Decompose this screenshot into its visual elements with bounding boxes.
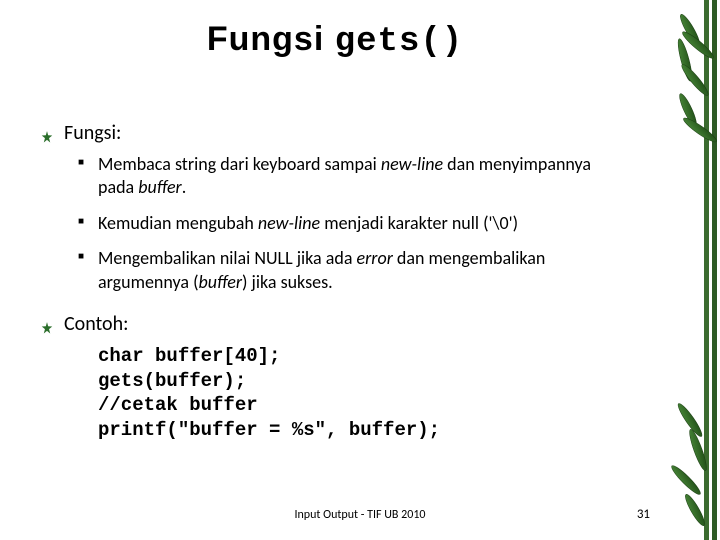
slide-title: Fungsi gets()	[40, 20, 630, 61]
section-heading: Fungsi:	[40, 121, 630, 145]
list-item: Kemudian mengubah new-line menjadi karak…	[78, 212, 630, 235]
section-heading: Contoh:	[40, 312, 630, 336]
list-item: Membaca string dari keyboard sampai new-…	[78, 153, 630, 200]
title-prefix: Fungsi	[207, 20, 335, 58]
slide-content: Fungsi gets() Fungsi: Membaca string dar…	[0, 0, 720, 540]
section-contoh: Contoh: char buffer[40]; gets(buffer); /…	[40, 312, 630, 443]
heading-text: Fungsi:	[64, 121, 121, 145]
heading-text: Contoh:	[64, 312, 128, 336]
title-code: gets()	[335, 23, 463, 61]
page-number: 31	[637, 507, 650, 522]
list-item: Mengembalikan nilai NULL jika ada error …	[78, 247, 630, 294]
star-bullet-icon	[40, 317, 54, 331]
star-bullet-icon	[40, 126, 54, 140]
section-fungsi: Fungsi: Membaca string dari keyboard sam…	[40, 121, 630, 294]
code-example: char buffer[40]; gets(buffer); //cetak b…	[40, 344, 630, 443]
bullet-list: Membaca string dari keyboard sampai new-…	[40, 153, 630, 294]
footer-text: Input Output - TIF UB 2010	[0, 508, 720, 522]
